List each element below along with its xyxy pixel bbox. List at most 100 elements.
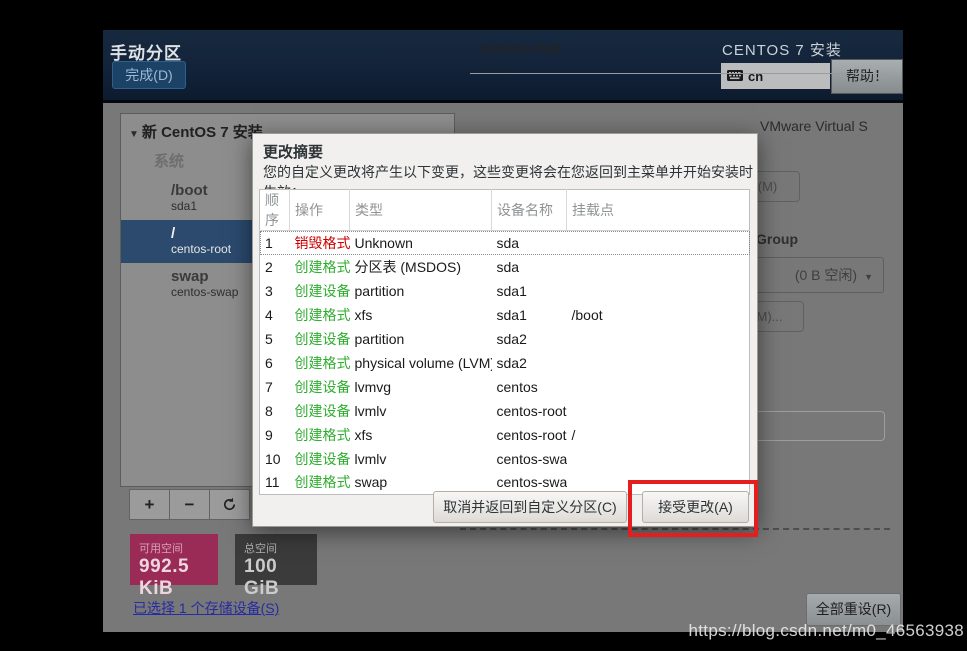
cell-action: 创建设备: [290, 447, 350, 471]
cell-type: partition: [350, 327, 492, 351]
cell-order: 10: [260, 447, 290, 471]
cell-device: centos: [492, 375, 567, 399]
table-row[interactable]: 4 创建格式 xfs sda1 /boot: [260, 303, 750, 327]
cell-order: 7: [260, 375, 290, 399]
keyboard-layout-indicator[interactable]: cn: [721, 63, 830, 89]
cell-device: centos-root: [492, 399, 567, 423]
change-summary-dialog: 更改摘要 您的自定义更改将产生以下变更，这些变更将会在您返回到主菜单并开始安装时…: [252, 133, 758, 527]
cell-order: 2: [260, 255, 290, 279]
cell-type: Unknown: [350, 231, 492, 255]
help-button[interactable]: 帮助！: [831, 59, 903, 94]
cell-device: centos-swap: [492, 447, 567, 471]
table-row[interactable]: 5 创建设备 partition sda2: [260, 327, 750, 351]
table-row[interactable]: 3 创建设备 partition sda1: [260, 279, 750, 303]
table-row[interactable]: 1 销毁格式 Unknown sda: [260, 231, 750, 255]
table-row[interactable]: 8 创建设备 lvmlv centos-root: [260, 399, 750, 423]
cell-action: 创建格式: [290, 351, 350, 375]
available-space-value: 992.5 KiB: [139, 556, 218, 600]
cell-order: 6: [260, 351, 290, 375]
available-space-box: 可用空间 992.5 KiB: [130, 534, 218, 585]
selected-devices-link[interactable]: 已选择 1 个存储设备(S): [133, 598, 279, 618]
table-row[interactable]: 7 创建设备 lvmvg centos: [260, 375, 750, 399]
selected-mount-title: centos-root: [479, 40, 562, 57]
col-order[interactable]: 顺序: [260, 190, 290, 231]
cell-mount: [567, 255, 750, 279]
cell-mount: /boot: [567, 303, 750, 327]
cell-type: xfs: [350, 303, 492, 327]
dialog-title: 更改摘要: [263, 141, 323, 162]
cell-type: lvmlv: [350, 399, 492, 423]
cell-action: 创建设备: [290, 279, 350, 303]
cell-order: 4: [260, 303, 290, 327]
table-row[interactable]: 2 创建格式 分区表 (MSDOS) sda: [260, 255, 750, 279]
cell-type: physical volume (LVM): [350, 351, 492, 375]
table-row[interactable]: 10 创建设备 lvmlv centos-swap: [260, 447, 750, 471]
cell-device: sda2: [492, 351, 567, 375]
sidebar-root-label: 新 CentOS 7 安装: [142, 124, 263, 141]
cell-order: 9: [260, 423, 290, 447]
cell-order: 5: [260, 327, 290, 351]
minus-icon: −: [185, 495, 195, 514]
cell-type: partition: [350, 279, 492, 303]
cell-order: 1: [260, 231, 290, 255]
cell-mount: [567, 327, 750, 351]
cell-mount: [567, 399, 750, 423]
col-device[interactable]: 设备名称: [492, 190, 567, 231]
panel-divider: [470, 73, 885, 74]
cell-mount: [567, 447, 750, 471]
cell-action: 销毁格式: [290, 231, 350, 255]
watermark: https://blog.csdn.net/m0_46563938: [689, 621, 964, 641]
reload-button[interactable]: [209, 489, 250, 520]
cell-action: 创建格式: [290, 303, 350, 327]
plus-icon: +: [145, 495, 155, 514]
cell-order: 3: [260, 279, 290, 303]
cell-device: centos-root: [492, 423, 567, 447]
remove-partition-button[interactable]: −: [169, 489, 210, 520]
cell-type: lvmlv: [350, 447, 492, 471]
total-space-label: 总空间: [244, 540, 317, 556]
total-space-box: 总空间 100 GiB: [235, 534, 317, 585]
available-space-label: 可用空间: [139, 540, 218, 556]
disk-model-label: VMware Virtual S: [760, 118, 868, 134]
cell-action: 创建格式: [290, 255, 350, 279]
expander-icon[interactable]: ▼: [129, 129, 139, 140]
keyboard-icon: [727, 69, 743, 84]
table-header-row[interactable]: 顺序 操作 类型 设备名称 挂载点: [260, 190, 750, 231]
cell-type: 分区表 (MSDOS): [350, 255, 492, 279]
cell-mount: [567, 375, 750, 399]
cell-type: xfs: [350, 423, 492, 447]
cell-device: sda1: [492, 303, 567, 327]
volume-group-label-partial: Group: [756, 231, 798, 247]
cell-mount: [567, 279, 750, 303]
name-input-partial[interactable]: [747, 411, 885, 441]
cancel-button[interactable]: 取消并返回到自定义分区(C): [433, 491, 627, 523]
table-row[interactable]: 6 创建格式 physical volume (LVM) sda2: [260, 351, 750, 375]
done-button[interactable]: 完成(D): [112, 61, 186, 89]
changes-table: 顺序 操作 类型 设备名称 挂载点 1 销毁格式 Unknown sda 2 创…: [259, 189, 750, 495]
volume-group-dropdown[interactable]: (0 B 空闲) ▼: [745, 257, 884, 293]
cell-order: 11: [260, 471, 290, 495]
cell-device: sda: [492, 255, 567, 279]
col-type[interactable]: 类型: [350, 190, 492, 231]
col-action[interactable]: 操作: [290, 190, 350, 231]
free-space-value: (0 B 空闲): [795, 267, 857, 283]
add-partition-button[interactable]: +: [129, 489, 170, 520]
table-row[interactable]: 9 创建格式 xfs centos-root /: [260, 423, 750, 447]
cell-action: 创建设备: [290, 327, 350, 351]
cell-mount: [567, 351, 750, 375]
product-title: CENTOS 7 安装: [722, 39, 842, 60]
screenshot-canvas: 手动分区 完成(D) CENTOS 7 安装 cn 帮助！ centos-roo…: [0, 0, 967, 651]
cell-action: 创建格式: [290, 423, 350, 447]
cell-action: 创建格式: [290, 471, 350, 495]
cell-action: 创建设备: [290, 399, 350, 423]
chevron-down-icon: ▼: [864, 272, 873, 282]
cell-device: sda: [492, 231, 567, 255]
cell-action: 创建设备: [290, 375, 350, 399]
cell-device: sda2: [492, 327, 567, 351]
changes-table-body: 1 销毁格式 Unknown sda 2 创建格式 分区表 (MSDOS) sd…: [260, 231, 750, 495]
cell-mount: /: [567, 423, 750, 447]
col-mount[interactable]: 挂载点: [567, 190, 750, 231]
annotation-box: [628, 480, 758, 537]
cell-order: 8: [260, 399, 290, 423]
total-space-value: 100 GiB: [244, 556, 317, 600]
